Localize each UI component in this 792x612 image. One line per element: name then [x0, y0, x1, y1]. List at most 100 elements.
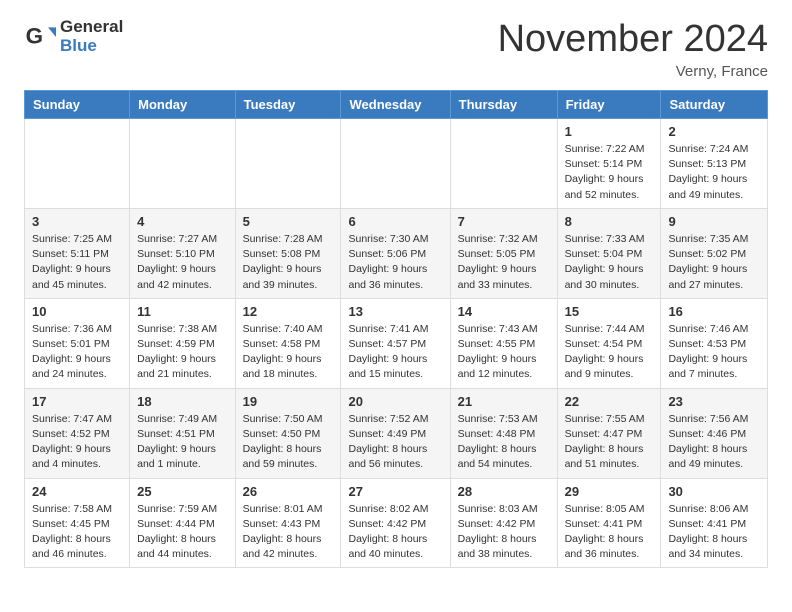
day-number: 8	[565, 214, 654, 229]
day-info: Sunrise: 7:27 AMSunset: 5:10 PMDaylight:…	[137, 232, 227, 293]
calendar-cell: 25 Sunrise: 7:59 AMSunset: 4:44 PMDayligh…	[130, 478, 235, 568]
day-number: 16	[668, 304, 760, 319]
day-number: 27	[348, 484, 442, 499]
day-info: Sunrise: 7:25 AMSunset: 5:11 PMDaylight:…	[32, 232, 122, 293]
calendar-cell: 14 Sunrise: 7:43 AMSunset: 4:55 PMDayligh…	[450, 298, 557, 388]
day-number: 13	[348, 304, 442, 319]
day-number: 24	[32, 484, 122, 499]
day-header-saturday: Saturday	[661, 91, 768, 119]
calendar-cell: 16 Sunrise: 7:46 AMSunset: 4:53 PMDayligh…	[661, 298, 768, 388]
logo-text: General Blue	[60, 18, 123, 55]
day-number: 2	[668, 124, 760, 139]
calendar-cell: 19 Sunrise: 7:50 AMSunset: 4:50 PMDayligh…	[235, 388, 341, 478]
page-header: G General Blue November 2024 Verny, Fran…	[0, 0, 792, 90]
day-number: 21	[458, 394, 550, 409]
day-number: 3	[32, 214, 122, 229]
day-number: 11	[137, 304, 227, 319]
day-number: 19	[243, 394, 334, 409]
calendar-week-1: 3 Sunrise: 7:25 AMSunset: 5:11 PMDaylight…	[25, 208, 768, 298]
calendar-cell: 23Sunrise: 7:56 AMSunset: 4:46 PMDayligh…	[661, 388, 768, 478]
day-number: 1	[565, 124, 654, 139]
calendar-header-row: SundayMondayTuesdayWednesdayThursdayFrid…	[25, 91, 768, 119]
calendar-cell: 28Sunrise: 8:03 AMSunset: 4:42 PMDayligh…	[450, 478, 557, 568]
day-info: Sunrise: 7:35 AMSunset: 5:02 PMDaylight:…	[668, 232, 760, 293]
calendar-cell: 4 Sunrise: 7:27 AMSunset: 5:10 PMDaylight…	[130, 208, 235, 298]
calendar-cell: 1 Sunrise: 7:22 AMSunset: 5:14 PMDaylight…	[557, 119, 661, 209]
day-info: Sunrise: 7:38 AMSunset: 4:59 PMDaylight:…	[137, 322, 227, 383]
day-info: Sunrise: 7:32 AMSunset: 5:05 PMDaylight:…	[458, 232, 550, 293]
day-number: 17	[32, 394, 122, 409]
day-info: Sunrise: 7:59 AMSunset: 4:44 PMDaylight:…	[137, 502, 227, 563]
day-info: Sunrise: 8:02 AMSunset: 4:42 PMDaylight:…	[348, 502, 442, 563]
calendar-wrap: SundayMondayTuesdayWednesdayThursdayFrid…	[0, 90, 792, 580]
day-number: 20	[348, 394, 442, 409]
calendar-cell: 11 Sunrise: 7:38 AMSunset: 4:59 PMDayligh…	[130, 298, 235, 388]
calendar-cell: 26Sunrise: 8:01 AMSunset: 4:43 PMDayligh…	[235, 478, 341, 568]
day-number: 6	[348, 214, 442, 229]
calendar-cell	[450, 119, 557, 209]
day-info: Sunrise: 8:01 AMSunset: 4:43 PMDaylight:…	[243, 502, 334, 563]
calendar-cell	[25, 119, 130, 209]
day-info: Sunrise: 7:46 AMSunset: 4:53 PMDaylight:…	[668, 322, 760, 383]
day-number: 14	[458, 304, 550, 319]
calendar-cell: 22Sunrise: 7:55 AMSunset: 4:47 PMDayligh…	[557, 388, 661, 478]
day-info: Sunrise: 7:49 AMSunset: 4:51 PMDaylight:…	[137, 412, 227, 473]
day-number: 12	[243, 304, 334, 319]
day-header-monday: Monday	[130, 91, 235, 119]
day-number: 29	[565, 484, 654, 499]
day-info: Sunrise: 8:03 AMSunset: 4:42 PMDaylight:…	[458, 502, 550, 563]
calendar-cell	[130, 119, 235, 209]
calendar-cell: 20Sunrise: 7:52 AMSunset: 4:49 PMDayligh…	[341, 388, 450, 478]
calendar-cell: 2 Sunrise: 7:24 AMSunset: 5:13 PMDaylight…	[661, 119, 768, 209]
day-number: 5	[243, 214, 334, 229]
logo-icon: G	[24, 21, 56, 53]
day-number: 9	[668, 214, 760, 229]
logo-general: General	[60, 18, 123, 37]
month-title: November 2024	[498, 18, 768, 61]
day-info: Sunrise: 7:58 AMSunset: 4:45 PMDaylight:…	[32, 502, 122, 563]
day-header-tuesday: Tuesday	[235, 91, 341, 119]
calendar-cell: 17 Sunrise: 7:47 AMSunset: 4:52 PMDayligh…	[25, 388, 130, 478]
day-info: Sunrise: 8:05 AMSunset: 4:41 PMDaylight:…	[565, 502, 654, 563]
logo-blue: Blue	[60, 37, 123, 56]
calendar-cell: 27 Sunrise: 8:02 AMSunset: 4:42 PMDayligh…	[341, 478, 450, 568]
calendar-cell: 30Sunrise: 8:06 AMSunset: 4:41 PMDayligh…	[661, 478, 768, 568]
calendar-cell: 15Sunrise: 7:44 AMSunset: 4:54 PMDayligh…	[557, 298, 661, 388]
calendar-table: SundayMondayTuesdayWednesdayThursdayFrid…	[24, 90, 768, 568]
day-info: Sunrise: 7:24 AMSunset: 5:13 PMDaylight:…	[668, 142, 760, 203]
calendar-week-4: 24 Sunrise: 7:58 AMSunset: 4:45 PMDayligh…	[25, 478, 768, 568]
calendar-week-3: 17 Sunrise: 7:47 AMSunset: 4:52 PMDayligh…	[25, 388, 768, 478]
calendar-cell: 3 Sunrise: 7:25 AMSunset: 5:11 PMDaylight…	[25, 208, 130, 298]
day-number: 4	[137, 214, 227, 229]
calendar-cell: 7 Sunrise: 7:32 AMSunset: 5:05 PMDaylight…	[450, 208, 557, 298]
calendar-week-0: 1 Sunrise: 7:22 AMSunset: 5:14 PMDaylight…	[25, 119, 768, 209]
calendar-cell: 12Sunrise: 7:40 AMSunset: 4:58 PMDayligh…	[235, 298, 341, 388]
day-info: Sunrise: 7:56 AMSunset: 4:46 PMDaylight:…	[668, 412, 760, 473]
calendar-cell	[341, 119, 450, 209]
day-info: Sunrise: 7:36 AMSunset: 5:01 PMDaylight:…	[32, 322, 122, 383]
day-info: Sunrise: 7:43 AMSunset: 4:55 PMDaylight:…	[458, 322, 550, 383]
day-header-wednesday: Wednesday	[341, 91, 450, 119]
day-number: 25	[137, 484, 227, 499]
day-number: 10	[32, 304, 122, 319]
calendar-cell: 18Sunrise: 7:49 AMSunset: 4:51 PMDayligh…	[130, 388, 235, 478]
day-number: 22	[565, 394, 654, 409]
day-info: Sunrise: 7:41 AMSunset: 4:57 PMDaylight:…	[348, 322, 442, 383]
title-area: November 2024 Verny, France	[498, 18, 768, 80]
calendar-cell: 5Sunrise: 7:28 AMSunset: 5:08 PMDaylight…	[235, 208, 341, 298]
day-info: Sunrise: 7:50 AMSunset: 4:50 PMDaylight:…	[243, 412, 334, 473]
calendar-cell: 10 Sunrise: 7:36 AMSunset: 5:01 PMDayligh…	[25, 298, 130, 388]
calendar-cell: 6Sunrise: 7:30 AMSunset: 5:06 PMDaylight…	[341, 208, 450, 298]
day-info: Sunrise: 7:53 AMSunset: 4:48 PMDaylight:…	[458, 412, 550, 473]
day-number: 7	[458, 214, 550, 229]
calendar-cell: 9 Sunrise: 7:35 AMSunset: 5:02 PMDaylight…	[661, 208, 768, 298]
day-info: Sunrise: 7:33 AMSunset: 5:04 PMDaylight:…	[565, 232, 654, 293]
day-header-sunday: Sunday	[25, 91, 130, 119]
calendar-cell: 21 Sunrise: 7:53 AMSunset: 4:48 PMDayligh…	[450, 388, 557, 478]
day-number: 30	[668, 484, 760, 499]
calendar-cell	[235, 119, 341, 209]
day-info: Sunrise: 7:22 AMSunset: 5:14 PMDaylight:…	[565, 142, 654, 203]
day-info: Sunrise: 7:47 AMSunset: 4:52 PMDaylight:…	[32, 412, 122, 473]
calendar-cell: 24 Sunrise: 7:58 AMSunset: 4:45 PMDayligh…	[25, 478, 130, 568]
day-header-friday: Friday	[557, 91, 661, 119]
